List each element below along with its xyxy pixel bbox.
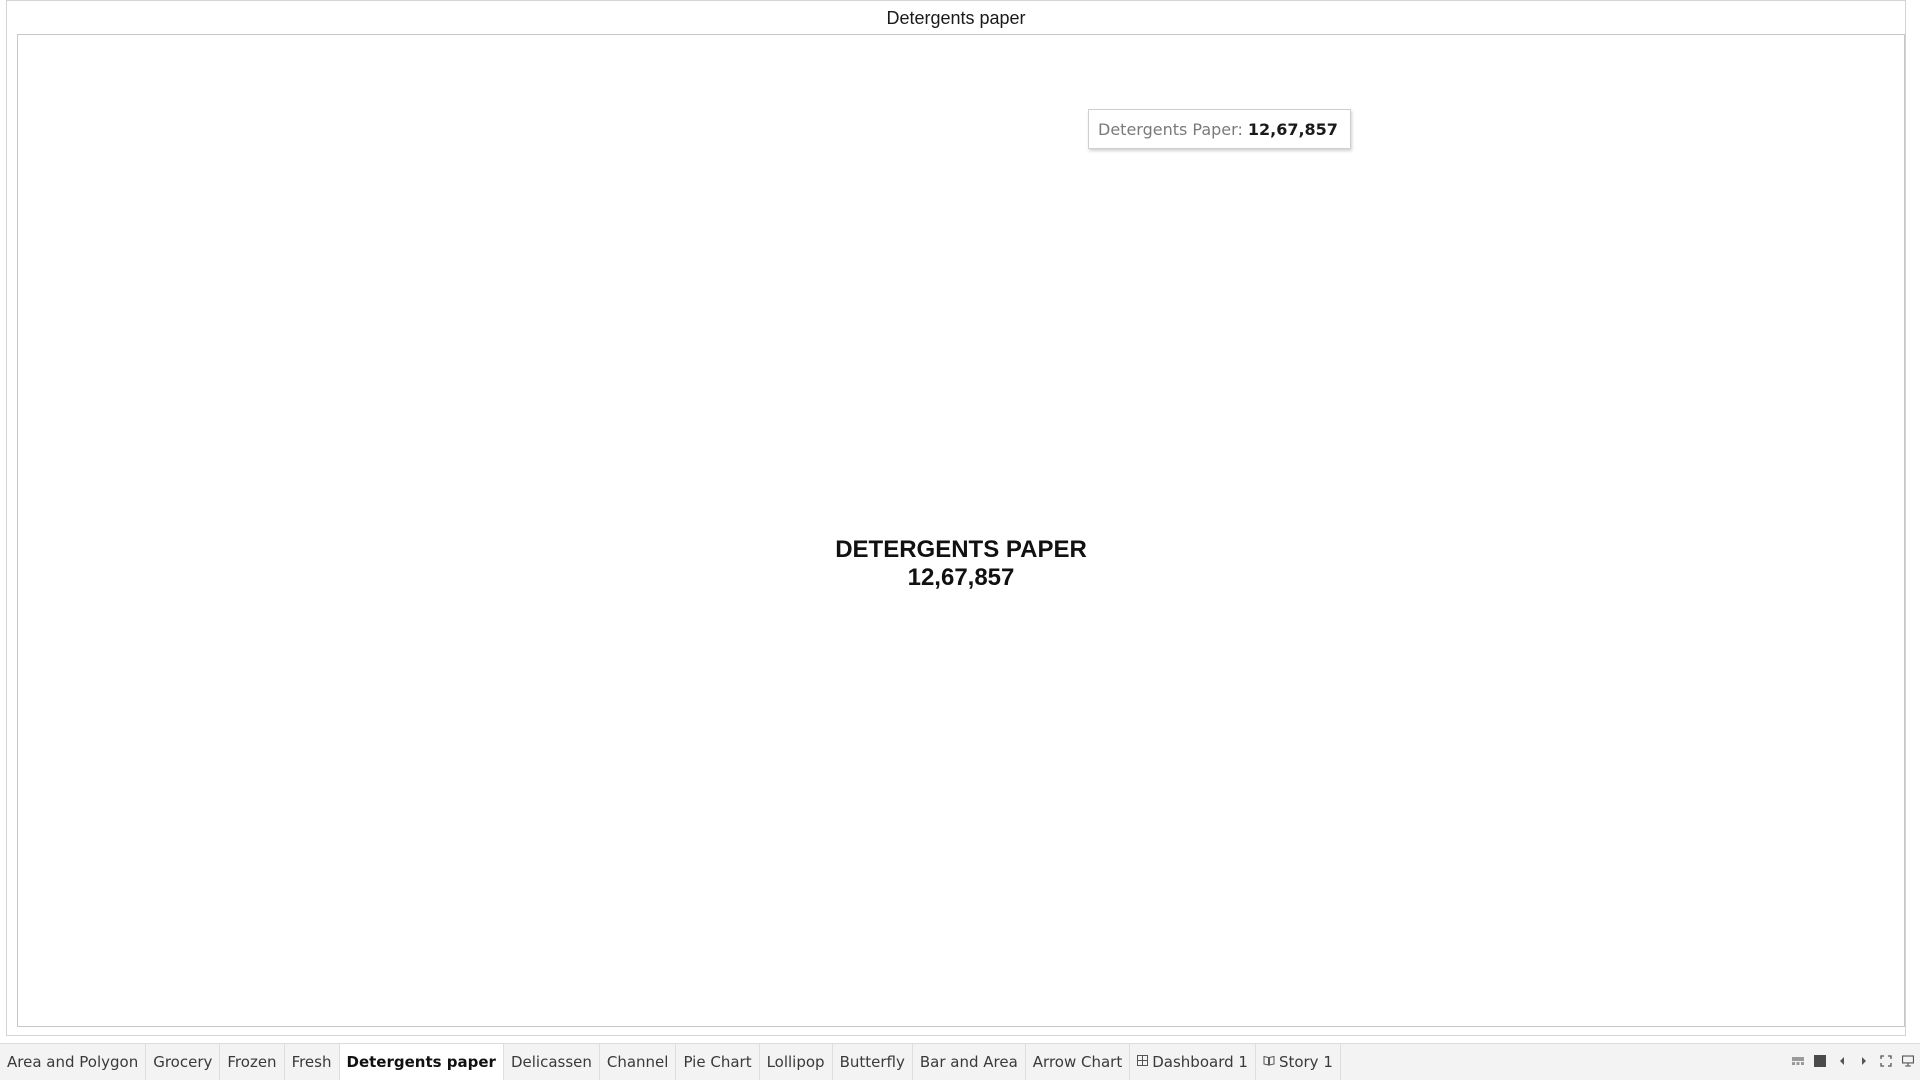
tab-label: Arrow Chart bbox=[1032, 1053, 1123, 1071]
tab-area-and-polygon[interactable]: Area and Polygon bbox=[0, 1044, 147, 1080]
tab-label: Area and Polygon bbox=[7, 1053, 139, 1071]
tab-label: Pie Chart bbox=[683, 1053, 752, 1071]
tab-pie-chart[interactable]: Pie Chart bbox=[676, 1044, 760, 1080]
sheet-tab-bar: Area and Polygon Grocery Frozen Fresh Deterg… bbox=[0, 1043, 1920, 1080]
tab-label: Bar and Area bbox=[919, 1053, 1018, 1071]
dashboard-icon bbox=[1137, 1054, 1149, 1070]
tab-detergents-paper[interactable]: Detergents paper bbox=[339, 1044, 504, 1080]
sheet-tabs: Area and Polygon Grocery Frozen Fresh Deterg… bbox=[0, 1044, 1341, 1080]
tab-label: Delicassen bbox=[510, 1053, 592, 1071]
tab-dashboard-1[interactable]: Dashboard 1 bbox=[1130, 1044, 1256, 1080]
tab-lollipop[interactable]: Lollipop bbox=[760, 1044, 833, 1080]
view-pane[interactable]: DETERGENTS PAPER 12,67,857 bbox=[17, 34, 1905, 1027]
tab-label: Dashboard 1 bbox=[1152, 1053, 1248, 1071]
tab-channel[interactable]: Channel bbox=[600, 1044, 677, 1080]
tab-label: Lollipop bbox=[766, 1053, 825, 1071]
tab-story-1[interactable]: Story 1 bbox=[1256, 1044, 1341, 1080]
tab-label: Fresh bbox=[291, 1053, 332, 1071]
tab-label: Grocery bbox=[153, 1053, 213, 1071]
previous-sheet-icon[interactable] bbox=[1836, 1055, 1848, 1067]
filmstrip-view-icon[interactable] bbox=[1792, 1055, 1804, 1067]
tab-grocery[interactable]: Grocery bbox=[146, 1044, 221, 1080]
tooltip: Detergents Paper: 12,67,857 bbox=[1088, 109, 1351, 149]
sheet-title: Detergents paper bbox=[886, 8, 1026, 28]
kpi-value: 12,67,857 bbox=[907, 564, 1015, 591]
tooltip-label: Detergents Paper: bbox=[1098, 119, 1243, 139]
sheet-nav-controls bbox=[1792, 1055, 1914, 1067]
tabs-view-icon[interactable] bbox=[1814, 1055, 1826, 1067]
tab-label: Detergents paper bbox=[346, 1053, 496, 1071]
tab-butterfly[interactable]: Butterfly bbox=[833, 1044, 913, 1080]
kpi-label: DETERGENTS PAPER bbox=[835, 536, 1087, 563]
tab-arrow-chart[interactable]: Arrow Chart bbox=[1026, 1044, 1131, 1080]
tab-label: Butterfly bbox=[839, 1053, 905, 1071]
tab-fresh[interactable]: Fresh bbox=[285, 1044, 340, 1080]
fullscreen-icon[interactable] bbox=[1880, 1055, 1892, 1067]
tab-bar-and-area[interactable]: Bar and Area bbox=[913, 1044, 1026, 1080]
tab-delicassen[interactable]: Delicassen bbox=[504, 1044, 600, 1080]
tab-label: Channel bbox=[606, 1053, 669, 1071]
next-sheet-icon[interactable] bbox=[1858, 1055, 1870, 1067]
story-icon bbox=[1263, 1055, 1275, 1070]
kpi-text[interactable]: DETERGENTS PAPER 12,67,857 bbox=[18, 536, 1904, 592]
presentation-mode-icon[interactable] bbox=[1902, 1055, 1914, 1067]
tooltip-value: 12,67,857 bbox=[1247, 119, 1338, 139]
tab-label: Frozen bbox=[227, 1053, 277, 1071]
tab-label: Story 1 bbox=[1278, 1053, 1333, 1071]
tab-frozen[interactable]: Frozen bbox=[220, 1044, 285, 1080]
